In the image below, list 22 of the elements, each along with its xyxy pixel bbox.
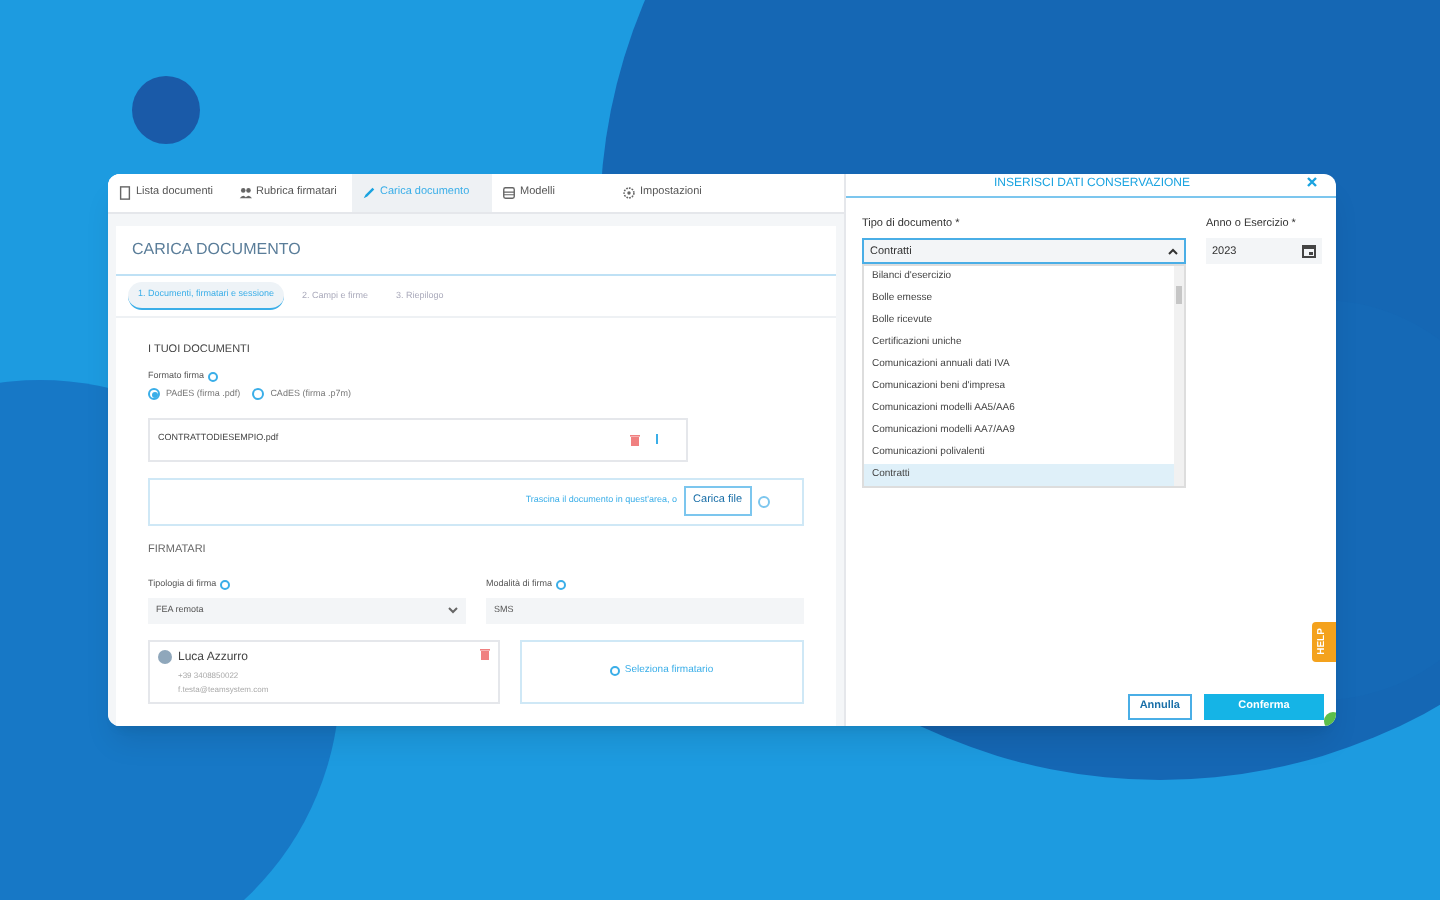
close-icon <box>1306 176 1318 188</box>
avatar-icon <box>158 649 172 663</box>
scrollbar[interactable] <box>1174 266 1184 487</box>
info-icon[interactable] <box>758 495 770 507</box>
page-title: CARICA DOCUMENTO <box>116 226 836 276</box>
info-icon[interactable] <box>220 579 231 590</box>
info-icon[interactable] <box>208 371 219 382</box>
chevron-down-icon <box>448 606 458 614</box>
layers-icon <box>502 186 516 200</box>
close-button[interactable] <box>1306 176 1318 188</box>
trash-icon[interactable] <box>480 647 490 659</box>
calendar-icon <box>1302 244 1316 259</box>
gear-icon <box>622 186 636 200</box>
pencil-icon <box>362 186 376 200</box>
radio-button[interactable] <box>252 388 265 401</box>
trash-icon[interactable] <box>630 433 640 445</box>
document-icon <box>118 186 132 200</box>
add-icon <box>610 666 621 676</box>
info-icon[interactable] <box>556 579 567 590</box>
radio-button[interactable] <box>148 388 160 401</box>
people-icon <box>238 186 252 200</box>
chevron-up-icon <box>1168 247 1178 256</box>
